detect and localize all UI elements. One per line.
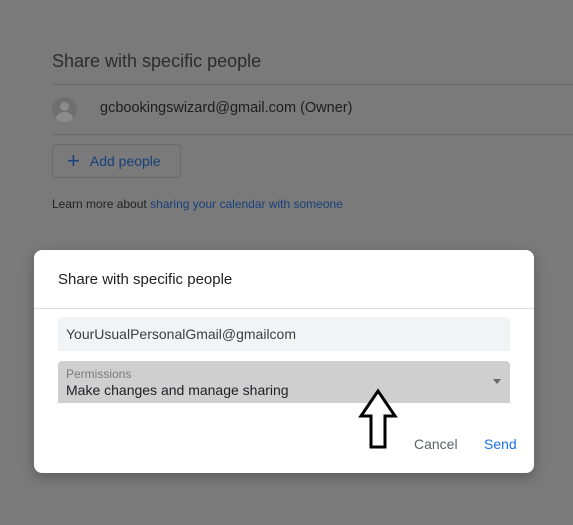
add-people-button[interactable]: + Add people — [52, 144, 181, 178]
email-value: YourUsualPersonalGmail@gmailcom — [66, 326, 297, 342]
permissions-value: Make changes and manage sharing — [66, 382, 289, 398]
learn-more-link[interactable]: sharing your calendar with someone — [150, 197, 343, 211]
permissions-select[interactable]: Permissions Make changes and manage shar… — [58, 361, 510, 403]
add-people-label: Add people — [89, 153, 161, 169]
divider — [52, 134, 573, 135]
up-arrow-icon — [358, 388, 398, 449]
share-dialog: Share with specific people YourUsualPers… — [34, 250, 534, 473]
learn-more-prefix: Learn more about — [52, 197, 147, 211]
dialog-title: Share with specific people — [58, 271, 233, 288]
send-button[interactable]: Send — [484, 436, 517, 452]
cancel-button[interactable]: Cancel — [414, 436, 458, 452]
person-avatar-icon — [52, 97, 77, 122]
section-title: Share with specific people — [52, 51, 262, 71]
learn-more-text: Learn more about sharing your calendar w… — [52, 197, 343, 211]
caret-down-icon — [493, 379, 501, 384]
plus-icon: + — [67, 148, 80, 173]
permissions-label: Permissions — [66, 367, 132, 381]
owner-email: gcbookingswizard@gmail.com (Owner) — [100, 100, 353, 116]
email-field[interactable]: YourUsualPersonalGmail@gmailcom — [58, 317, 510, 351]
divider — [52, 84, 573, 85]
dialog-divider — [34, 308, 534, 309]
